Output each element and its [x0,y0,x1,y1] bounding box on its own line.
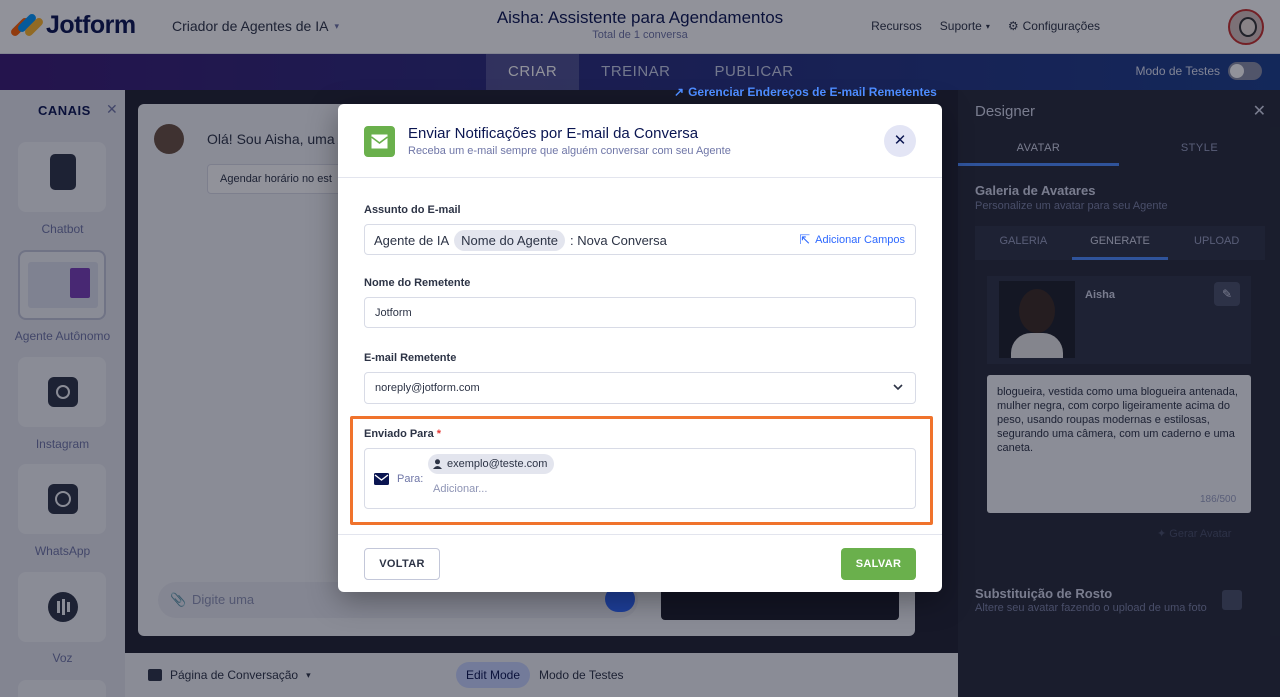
user-icon [433,459,442,469]
sender-name-label: Nome do Remetente [364,277,471,289]
save-button[interactable]: SALVAR [841,548,916,580]
sender-name-field[interactable]: Jotform [364,297,916,328]
envelope-icon [374,473,389,485]
modal-footer: VOLTAR SALVAR [338,534,942,592]
sender-email-value: noreply@jotform.com [375,382,480,394]
add-recipient-input[interactable]: Adicionar... [433,483,487,495]
send-to-label-text: Enviado Para [364,428,434,440]
manage-sender-emails-link[interactable]: ↗ Gerenciar Endereços de E-mail Remetent… [674,85,937,99]
subject-label: Assunto do E-mail [364,204,461,216]
close-icon[interactable]: ✕ [884,125,916,157]
chevron-down-icon [893,384,903,391]
required-mark: * [436,428,442,440]
modal-title: Enviar Notificações por E-mail da Conver… [408,125,699,142]
back-button[interactable]: VOLTAR [364,548,440,580]
agent-name-tag[interactable]: Nome do Agente [454,229,566,251]
recipient-email: exemplo@teste.com [447,458,548,470]
sender-email-label: E-mail Remetente [364,352,457,364]
modal-subtitle: Receba um e-mail sempre que alguém conve… [408,145,731,157]
sender-email-select[interactable]: noreply@jotform.com [364,372,916,404]
add-fields-button[interactable]: ⇱ Adicionar Campos [799,232,905,248]
sender-name-value: Jotform [375,307,412,319]
subject-prefix: Agente de IA [374,232,450,248]
email-notification-modal: Enviar Notificações por E-mail da Conver… [338,104,942,592]
add-fields-label: Adicionar Campos [815,234,905,246]
external-link-icon: ↗ [674,85,685,99]
send-to-label: Enviado Para * [364,428,441,440]
modal-header: Enviar Notificações por E-mail da Conver… [338,104,942,178]
cursor-click-icon: ⇱ [799,232,811,247]
recipients-field[interactable]: Para: exemplo@teste.com Adicionar... [364,448,916,509]
to-label: Para: [397,473,424,485]
subject-suffix: : Nova Conversa [570,232,667,248]
manage-sender-emails-label: Gerenciar Endereços de E-mail Remetentes [688,85,937,99]
email-badge-icon [364,126,395,157]
recipient-chip[interactable]: exemplo@teste.com [428,454,555,474]
subject-field[interactable]: Agente de IA Nome do Agente : Nova Conve… [364,224,916,255]
